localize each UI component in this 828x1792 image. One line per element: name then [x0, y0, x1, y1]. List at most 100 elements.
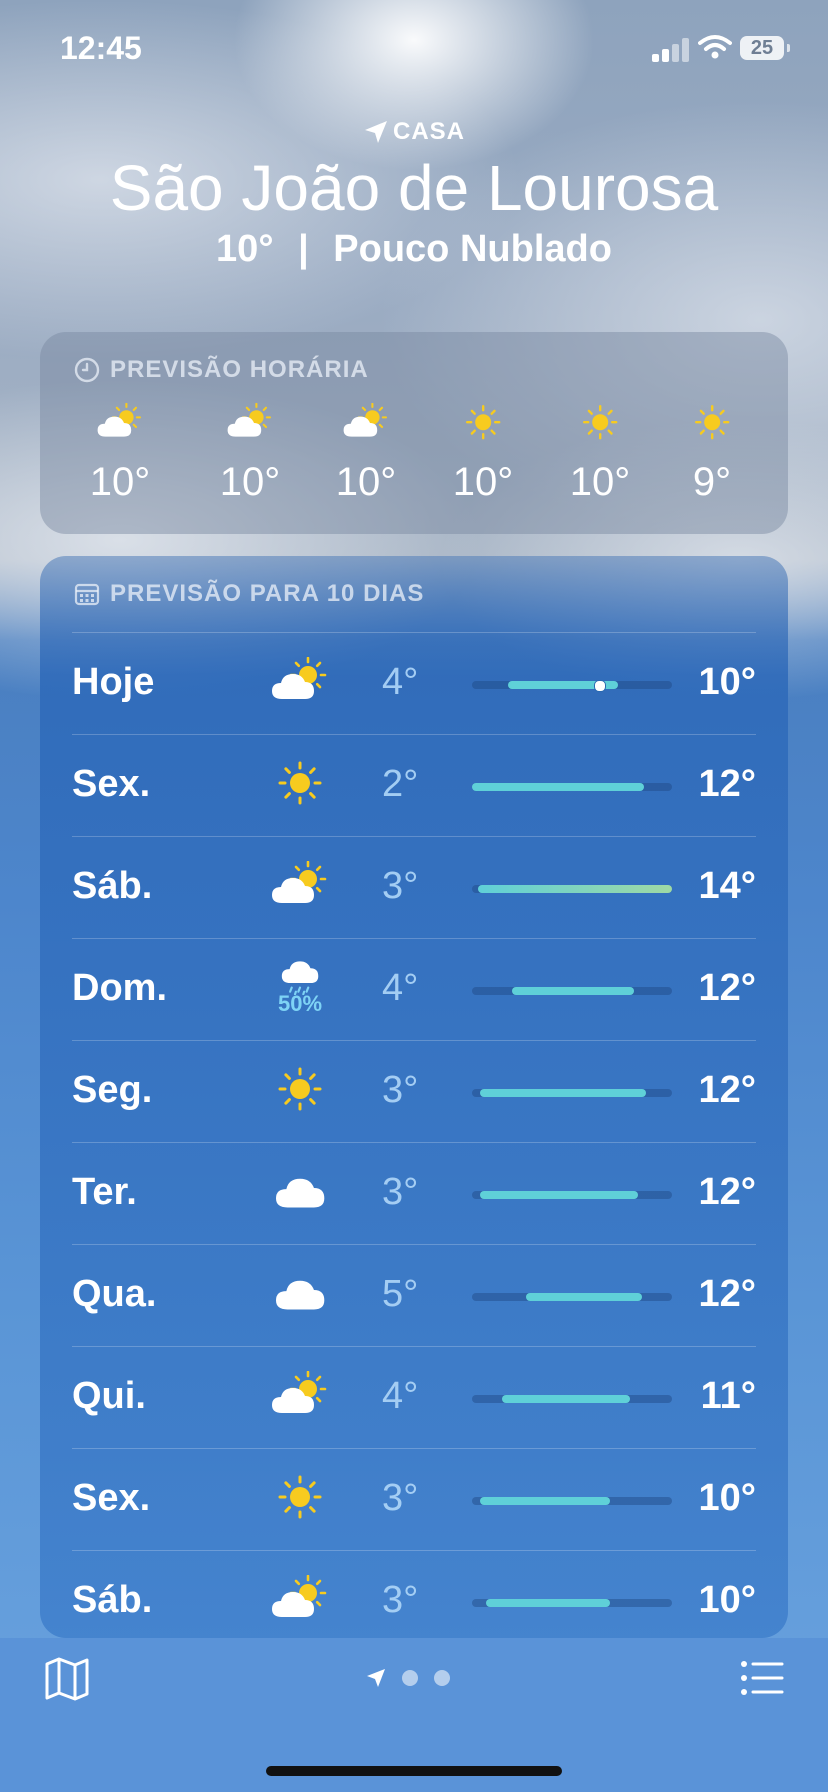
daily-forecast-title: PREVISÃO PARA 10 DIAS: [110, 580, 425, 607]
daily-row[interactable]: Dom. 50% 4° 12°: [72, 938, 756, 1040]
partly-cloudy-icon: [70, 402, 170, 442]
temp-range-bar: [472, 1293, 672, 1301]
temp-range-bar: [472, 783, 672, 791]
high-temp: 12°: [698, 1069, 756, 1111]
daily-row[interactable]: Seg. 3° 12°: [72, 1040, 756, 1142]
daily-row[interactable]: Qui. 4° 11°: [72, 1346, 756, 1448]
location-page-arrow-icon[interactable]: [366, 1668, 386, 1688]
partly-cloudy-icon: [260, 1569, 340, 1629]
location-label: CASA: [392, 118, 465, 145]
temp-range-fill: [480, 1191, 638, 1199]
daily-forecast-list: Hoje 4° 10° Sex. 2° 12° Sáb. 3° 14° Dom. 50…: [72, 632, 756, 1652]
hourly-temp: 10°: [569, 460, 631, 504]
status-time: 12:45: [60, 30, 142, 66]
hourly-item: 10°: [70, 402, 170, 505]
temp-range-fill: [512, 987, 634, 995]
day-label: Qui.: [72, 1375, 146, 1417]
temp-range-fill: [478, 885, 672, 893]
partly-cloudy-icon: [260, 1365, 340, 1425]
temp-range-fill: [526, 1293, 642, 1301]
daily-row[interactable]: Sáb. 3° 10°: [72, 1550, 756, 1652]
partly-cloudy-icon: [260, 651, 340, 711]
battery-icon: 25: [740, 36, 790, 60]
home-indicator[interactable]: [266, 1766, 562, 1776]
day-label: Sáb.: [72, 1579, 153, 1621]
hourly-temp: 9°: [692, 460, 732, 504]
location-arrow-icon: [364, 121, 387, 143]
daily-row[interactable]: Sex. 2° 12°: [72, 734, 756, 836]
low-temp: 4°: [382, 1375, 419, 1417]
temp-range-fill: [480, 1497, 610, 1505]
hourly-temp: 10°: [335, 460, 397, 504]
sun-icon: [260, 1059, 340, 1119]
hourly-temp: 10°: [89, 460, 151, 504]
hourly-temp: 10°: [452, 460, 514, 504]
hourly-item: 10°: [433, 402, 533, 505]
map-icon[interactable]: [44, 1656, 90, 1702]
low-temp: 3°: [382, 1579, 419, 1621]
temp-range-bar: [472, 680, 672, 692]
current-summary: 10° | Pouco Nublado: [0, 228, 828, 271]
low-temp: 3°: [382, 865, 419, 907]
temp-range-bar: [472, 1395, 672, 1403]
hourly-item: 10°: [550, 402, 650, 505]
page-dot[interactable]: [434, 1670, 450, 1686]
high-temp: 12°: [698, 1171, 756, 1213]
temp-range-bar: [472, 987, 672, 995]
daily-row[interactable]: Sex. 3° 10°: [72, 1448, 756, 1550]
summary-separator: |: [298, 228, 309, 270]
status-bar: 12:45 25: [0, 0, 828, 100]
cloud-icon: [260, 1161, 340, 1221]
clock-icon: [74, 357, 100, 383]
high-temp: 14°: [698, 865, 756, 907]
page-dot[interactable]: [402, 1670, 418, 1686]
temp-range-fill: [502, 1395, 630, 1403]
temp-range-bar: [472, 1497, 672, 1505]
low-temp: 4°: [382, 661, 419, 703]
hourly-forecast-title: PREVISÃO HORÁRIA: [110, 356, 369, 383]
hourly-forecast-list: 10° 10° 10° 10° 10° 9°: [70, 402, 770, 522]
current-temp: 10°: [216, 228, 274, 270]
daily-forecast-card[interactable]: PREVISÃO PARA 10 DIAS Hoje 4° 10° Sex. 2°…: [40, 556, 788, 1638]
sun-icon: [662, 402, 762, 442]
daily-row[interactable]: Sáb. 3° 14°: [72, 836, 756, 938]
cellular-signal-icon: [652, 36, 690, 62]
partly-cloudy-icon: [200, 402, 300, 442]
low-temp: 5°: [382, 1273, 419, 1315]
temp-range-bar: [472, 1191, 672, 1199]
daily-row[interactable]: Hoje 4° 10°: [72, 632, 756, 734]
high-temp: 12°: [698, 967, 756, 1009]
location-header: CASA São João de Lourosa 10° | Pouco Nub…: [0, 118, 828, 271]
low-temp: 3°: [382, 1069, 419, 1111]
day-label: Ter.: [72, 1171, 137, 1213]
temp-range-fill: [480, 1089, 646, 1097]
low-temp: 2°: [382, 763, 419, 805]
page-indicator[interactable]: [366, 1668, 450, 1688]
daily-row[interactable]: Ter. 3° 12°: [72, 1142, 756, 1244]
day-label: Sáb.: [72, 865, 153, 907]
high-temp: 10°: [698, 1579, 756, 1621]
list-icon[interactable]: [740, 1660, 784, 1696]
hourly-forecast-card[interactable]: PREVISÃO HORÁRIA 10° 10° 10° 10° 10° 9°: [40, 332, 788, 534]
day-label: Hoje: [72, 661, 155, 703]
temp-range-fill: [486, 1599, 610, 1607]
temp-range-bar: [472, 1089, 672, 1097]
low-temp: 3°: [382, 1477, 419, 1519]
sun-icon: [550, 402, 650, 442]
temp-range-bar: [472, 885, 672, 893]
day-label: Sex.: [72, 1477, 151, 1519]
cloud-icon: [260, 1263, 340, 1323]
hourly-temp: 10°: [219, 460, 281, 504]
calendar-icon: [74, 583, 100, 606]
location-label-row: CASA: [0, 118, 828, 146]
daily-row[interactable]: Qua. 5° 12°: [72, 1244, 756, 1346]
temp-range-bar: [472, 1599, 672, 1607]
high-temp: 11°: [700, 1375, 756, 1417]
day-label: Sex.: [72, 763, 151, 805]
hourly-item: 10°: [200, 402, 300, 505]
wifi-icon: [698, 35, 732, 59]
current-temp-marker: [594, 680, 606, 692]
sun-icon: [433, 402, 533, 442]
day-label: Dom.: [72, 967, 167, 1009]
low-temp: 4°: [382, 967, 419, 1009]
